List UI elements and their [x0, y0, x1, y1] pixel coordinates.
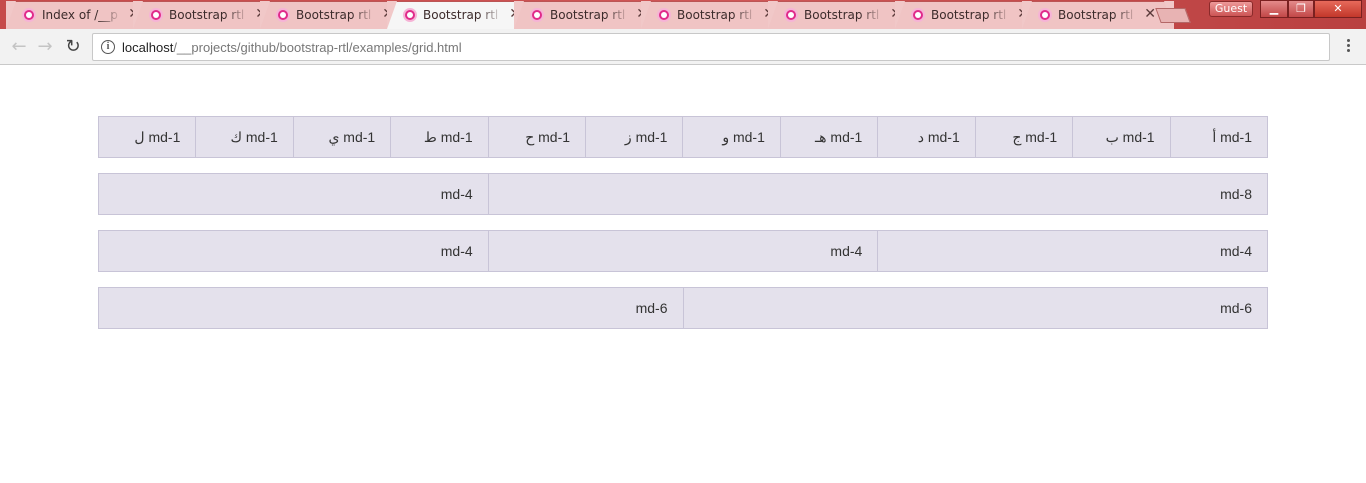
address-bar[interactable]: i localhost/__projects/github/bootstrap-…: [92, 33, 1330, 61]
reload-icon[interactable]: ↻: [62, 36, 84, 58]
wamp-favicon-icon: [657, 8, 671, 22]
tab-title: Bootstrap rtl: [1058, 8, 1134, 22]
wamp-favicon-icon: [1038, 8, 1052, 22]
wamp-favicon-icon: [530, 8, 544, 22]
grid-column: md-4: [487, 230, 879, 272]
grid-column: md-1 ي: [292, 116, 392, 158]
grid-row: md-6 md-6: [98, 287, 1268, 329]
back-arrow-icon[interactable]: ←: [8, 36, 30, 58]
wamp-favicon-icon: [403, 8, 417, 22]
browser-titlebar: Index of /__p✕Bootstrap rtl✕Bootstrap rt…: [0, 0, 1366, 29]
grid-column: md-1 ط: [390, 116, 489, 158]
wamp-favicon-icon: [149, 8, 163, 22]
tab-title: Bootstrap rtl: [677, 8, 753, 22]
page-content: md-1 أ md-1 ب md-1 ج md-1 د md-1 هـ md-1 و md-…: [0, 66, 1366, 483]
grid-column: md-6: [98, 287, 684, 329]
grid-column: md-8: [487, 173, 1268, 215]
wamp-favicon-icon: [911, 8, 925, 22]
grid-column: md-4: [97, 230, 489, 272]
url-path: /__projects/github/bootstrap-rtl/example…: [173, 40, 462, 55]
grid-row: md-8 md-4: [98, 173, 1268, 215]
wamp-favicon-icon: [22, 8, 36, 22]
grid-column: md-1 د: [877, 116, 976, 158]
tab-title: Bootstrap rtl: [550, 8, 626, 22]
browser-tab[interactable]: Bootstrap rtl ✕: [1022, 1, 1174, 29]
tab-title: Bootstrap rtl: [169, 8, 245, 22]
grid-column: md-4: [98, 173, 489, 215]
grid-column: md-1 ز: [585, 116, 684, 158]
grid-row: md-1 أ md-1 ب md-1 ج md-1 د md-1 هـ md-1 و md-…: [97, 116, 1268, 158]
profile-button[interactable]: Guest: [1209, 1, 1253, 17]
grid-column: md-6: [682, 287, 1268, 329]
tab-title: Index of /__p: [42, 8, 118, 22]
browser-menu-icon[interactable]: [1342, 37, 1354, 57]
grid-column: md-1 و: [682, 116, 781, 158]
tab-title: Bootstrap rtl: [296, 8, 372, 22]
grid-column: md-1 أ: [1169, 116, 1268, 158]
tab-title: Bootstrap rtl: [931, 8, 1007, 22]
grid-column: md-1 ل: [97, 116, 197, 158]
wamp-favicon-icon: [276, 8, 290, 22]
grid-column: md-1 هـ: [779, 116, 879, 158]
tab-title: Bootstrap rtl: [804, 8, 880, 22]
grid-row: md-4 md-4 md-4: [97, 230, 1268, 272]
grid-column: md-1 ح: [487, 116, 587, 158]
wamp-favicon-icon: [784, 8, 798, 22]
url-host: localhost: [122, 40, 174, 55]
browser-toolbar: ← → ↻ i localhost/__projects/github/boot…: [0, 29, 1366, 65]
grid-column: md-1 ك: [195, 116, 294, 158]
maximize-button[interactable]: ❐: [1288, 0, 1314, 18]
new-tab-button[interactable]: [1155, 8, 1191, 23]
grid-column: md-1 ب: [1072, 116, 1171, 158]
minimize-button[interactable]: ▁: [1260, 0, 1288, 18]
window-close-button[interactable]: ✕: [1314, 0, 1362, 18]
grid-column: md-1 ج: [974, 116, 1074, 158]
tab-title: Bootstrap rtl: [423, 8, 499, 22]
tab-close-icon[interactable]: ✕: [1144, 7, 1156, 21]
info-icon[interactable]: i: [101, 40, 115, 54]
forward-arrow-icon[interactable]: →: [34, 36, 56, 58]
grid-column: md-4: [877, 230, 1268, 272]
url-text[interactable]: localhost/__projects/github/bootstrap-rt…: [122, 40, 462, 55]
